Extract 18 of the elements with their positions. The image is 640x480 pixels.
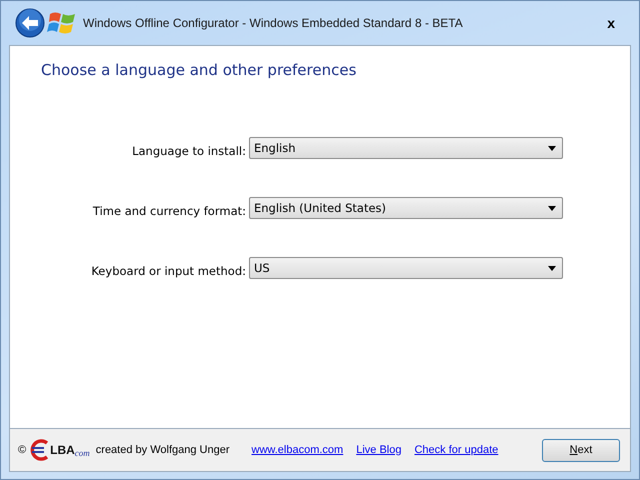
dropdown-arrow-icon (548, 146, 556, 150)
copyright-sign: © (18, 444, 26, 456)
dropdown[interactable]: English (249, 137, 563, 159)
dropdown[interactable]: US (249, 257, 563, 279)
field-label: Keyboard or input method: (91, 263, 246, 278)
dropdown-arrow-icon (548, 206, 556, 210)
link[interactable]: www.elbacom.com (252, 444, 344, 456)
dropdown-arrow-icon (548, 266, 556, 270)
close-button[interactable]: x (607, 15, 615, 31)
field-label: Time and currency format: (92, 203, 246, 218)
next-button[interactable]: Next (542, 438, 620, 462)
credit-text: created by Wolfgang Unger (96, 444, 230, 456)
window-title: Windows Offline Configurator - Windows Embedded Standard 8 - BETA (83, 16, 464, 30)
page-heading: Choose a language and other preferences (41, 61, 358, 79)
link[interactable]: Check for update (414, 444, 498, 456)
link[interactable]: Live Blog (356, 444, 402, 456)
dropdown[interactable]: English (United States) (249, 197, 563, 219)
field-label: Language to install: (132, 143, 246, 158)
